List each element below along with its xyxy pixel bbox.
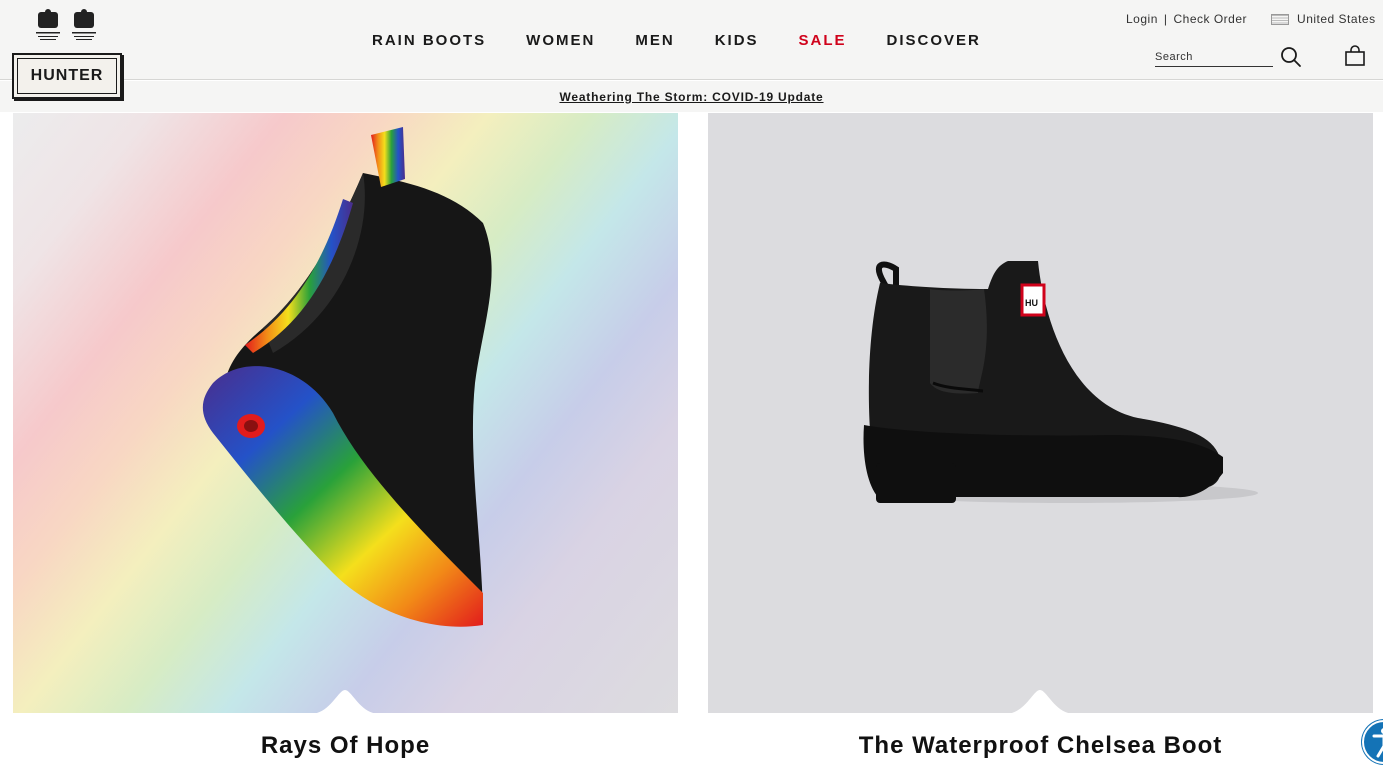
accessibility-figure-icon (1372, 728, 1383, 758)
covid-notice-bar: Weathering The Storm: COVID-19 Update (0, 81, 1383, 112)
shopping-bag-icon[interactable] (1344, 45, 1366, 67)
black-chelsea-boot-image: HU (863, 261, 1258, 503)
login-link[interactable]: Login (1126, 12, 1158, 26)
site-header: HUNTER RAIN BOOTS WOMEN MEN KIDS SALE DI… (0, 0, 1383, 99)
covid-update-link[interactable]: Weathering The Storm: COVID-19 Update (559, 90, 823, 104)
card-notch-decoration (1011, 690, 1069, 713)
product-card-chelsea-boot[interactable]: HU (708, 113, 1373, 713)
royal-warrant-crests-icon (36, 9, 96, 40)
nav-women[interactable]: WOMEN (526, 32, 595, 49)
search-field (1155, 47, 1273, 67)
nav-sale[interactable]: SALE (799, 32, 847, 49)
search-icon[interactable] (1280, 46, 1302, 68)
nav-men[interactable]: MEN (635, 32, 674, 49)
product-card-rays-of-hope[interactable] (13, 113, 678, 713)
main-nav: RAIN BOOTS WOMEN MEN KIDS SALE DISCOVER (372, 32, 981, 49)
rainbow-chelsea-boot-image (202, 127, 492, 627)
utility-links: Login | Check Order United States (1126, 12, 1376, 26)
nav-rain-boots[interactable]: RAIN BOOTS (372, 32, 486, 49)
product-title-chelsea-boot[interactable]: The Waterproof Chelsea Boot (708, 732, 1373, 760)
product-title-rays-of-hope[interactable]: Rays Of Hope (13, 732, 678, 760)
hunter-logo[interactable]: HUNTER (12, 53, 122, 99)
nav-discover[interactable]: DISCOVER (887, 32, 981, 49)
logo-text: HUNTER (17, 58, 117, 94)
country-selector[interactable]: United States (1271, 12, 1376, 26)
svg-text:HU: HU (1025, 298, 1038, 308)
country-label: United States (1297, 12, 1376, 26)
card-notch-decoration (316, 690, 374, 713)
search-input[interactable] (1155, 48, 1273, 66)
check-order-link[interactable]: Check Order (1174, 12, 1248, 26)
nav-kids[interactable]: KIDS (715, 32, 759, 49)
accessibility-icon[interactable] (1362, 720, 1383, 764)
us-flag-icon (1271, 13, 1290, 25)
utility-separator: | (1163, 12, 1168, 26)
